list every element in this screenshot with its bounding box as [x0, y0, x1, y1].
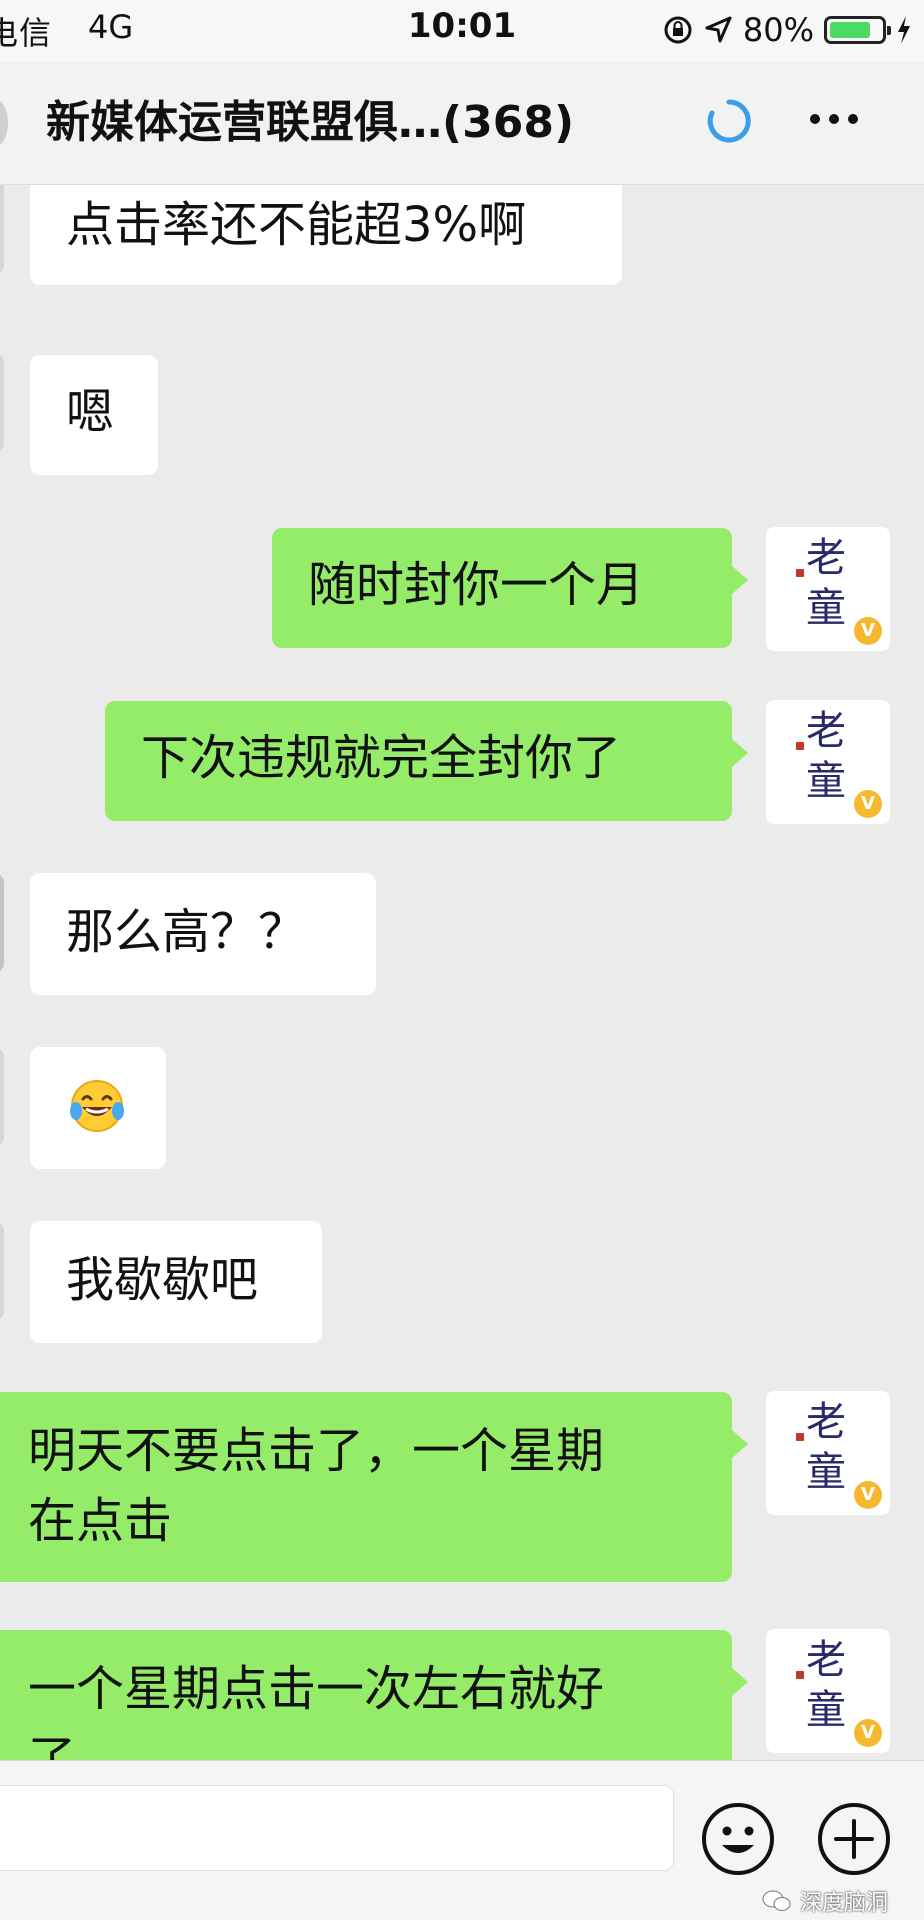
- avatar-glyph: 童: [806, 758, 846, 804]
- message-bubble[interactable]: 我歇歇吧: [30, 1221, 322, 1343]
- avatar-glyph: 童: [806, 585, 846, 631]
- avatar-glyph: 老: [806, 708, 846, 754]
- message-input[interactable]: [0, 1785, 674, 1871]
- message-bubble[interactable]: 点击率还不能超3%啊: [30, 185, 622, 285]
- chat-header: 新媒体运营联盟俱…(368): [0, 62, 924, 185]
- message-bubble[interactable]: 随时封你一个月: [272, 528, 748, 648]
- my-avatar[interactable]: 老 童 V: [766, 527, 890, 651]
- emoji-icon[interactable]: [700, 1801, 776, 1877]
- sender-avatar[interactable]: [0, 185, 4, 275]
- my-avatar[interactable]: 老 童 V: [766, 1391, 890, 1515]
- verified-badge: V: [854, 1481, 882, 1509]
- message-text: 一个星期点击一次左右就好 了: [28, 1661, 605, 1760]
- message-bubble[interactable]: 嗯: [30, 355, 158, 475]
- verified-badge: V: [854, 617, 882, 645]
- avatar-glyph: 老: [806, 535, 846, 581]
- loading-icon: [707, 99, 751, 143]
- message-bubble[interactable]: 明天不要点击了，一个星期 在点击: [0, 1392, 748, 1582]
- message-text: 我歇歇吧: [66, 1252, 259, 1308]
- battery-level-fill: [830, 22, 870, 38]
- verified-badge: V: [854, 790, 882, 818]
- verified-badge: V: [854, 1719, 882, 1747]
- message-bubble[interactable]: 一个星期点击一次左右就好 了: [0, 1630, 748, 1760]
- orientation-lock-icon: [664, 16, 692, 44]
- status-bar: 电信 4G 10:01 80%: [0, 0, 924, 62]
- input-bar: 深度脑洞: [0, 1760, 924, 1920]
- more-icon[interactable]: [810, 114, 858, 124]
- battery-icon: [824, 16, 891, 44]
- message-text: 下次违规就完全封你了: [141, 730, 622, 786]
- back-button[interactable]: [0, 98, 8, 148]
- message-text: 那么高？？: [66, 904, 307, 960]
- message-text: 点击率还不能超3%啊: [66, 197, 527, 253]
- sender-avatar[interactable]: [0, 1221, 4, 1321]
- more-dot: [829, 114, 839, 124]
- avatar-seal: [796, 742, 804, 750]
- message-bubble[interactable]: 下次违规就完全封你了: [105, 701, 748, 821]
- watermark: 深度脑洞: [762, 1885, 888, 1917]
- watermark-text: 深度脑洞: [800, 1891, 889, 1916]
- message-text: 嗯: [66, 384, 115, 440]
- message-bubble[interactable]: [30, 1047, 166, 1169]
- status-right: 80%: [663, 8, 912, 52]
- avatar-seal: [796, 1671, 804, 1679]
- avatar-glyph: 童: [806, 1687, 846, 1733]
- sender-avatar[interactable]: [0, 1047, 4, 1147]
- laughing-tears-emoji: [70, 1080, 124, 1132]
- sender-avatar[interactable]: [0, 353, 4, 453]
- sender-avatar[interactable]: [0, 873, 4, 973]
- my-avatar[interactable]: 老 童 V: [766, 700, 890, 824]
- message-text: 明天不要点击了，一个星期 在点击: [28, 1423, 605, 1549]
- location-arrow-icon: [705, 16, 732, 43]
- battery-percent: 80%: [742, 11, 814, 49]
- my-avatar[interactable]: 老 童 V: [766, 1629, 890, 1753]
- battery-cap: [887, 26, 891, 35]
- avatar-seal: [796, 1433, 804, 1441]
- plus-icon[interactable]: [816, 1801, 892, 1877]
- message-list[interactable]: 点击率还不能超3%啊 嗯 随时封你一个月 老 童 V 下次违规就完全封你了 老 …: [0, 185, 924, 1760]
- message-text: 随时封你一个月: [308, 557, 645, 613]
- more-dot: [848, 114, 858, 124]
- avatar-glyph: 老: [806, 1399, 846, 1445]
- chat-screen: 电信 4G 10:01 80% 新媒体运营联盟俱…(368) 点击率还不能超3%…: [0, 0, 924, 1920]
- more-dot: [810, 114, 820, 124]
- charging-bolt-icon: [898, 16, 910, 44]
- avatar-seal: [796, 569, 804, 577]
- avatar-glyph: 老: [806, 1637, 846, 1683]
- avatar-glyph: 童: [806, 1449, 846, 1495]
- chat-title[interactable]: 新媒体运营联盟俱…(368): [46, 86, 574, 150]
- message-bubble[interactable]: 那么高？？: [30, 873, 376, 995]
- wechat-icon: [762, 1890, 791, 1911]
